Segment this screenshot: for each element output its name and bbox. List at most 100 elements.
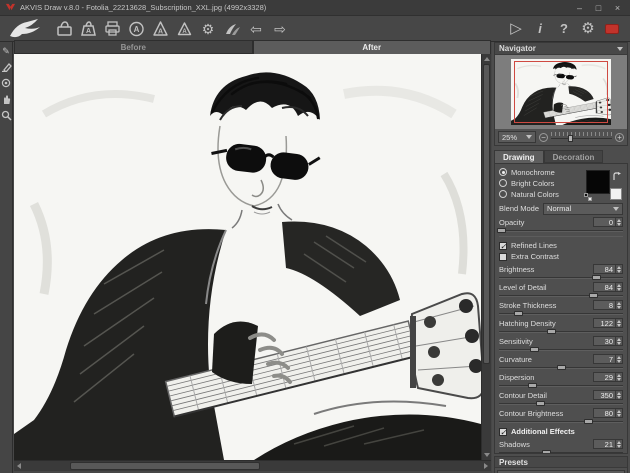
radio-button[interactable]	[499, 179, 507, 187]
zoom-out-button[interactable]: −	[539, 133, 548, 142]
checkbox[interactable]	[499, 253, 507, 261]
option-refined-lines[interactable]: Refined Lines	[499, 240, 623, 251]
param-slider[interactable]	[499, 311, 623, 316]
slider-thumb[interactable]	[497, 228, 506, 233]
batch-processing-icon[interactable]: ⚙	[196, 18, 220, 40]
option-extra-contrast[interactable]: Extra Contrast	[499, 251, 623, 262]
checkbox[interactable]	[499, 242, 507, 250]
zoom-tool-icon[interactable]	[0, 109, 12, 121]
slider-thumb[interactable]	[536, 401, 545, 406]
swap-colors-icon[interactable]	[613, 168, 622, 177]
spinner[interactable]	[615, 409, 622, 417]
param-slider[interactable]	[499, 275, 623, 280]
navigator-view-frame[interactable]	[514, 61, 608, 123]
param-value-input[interactable]: 21	[593, 439, 623, 449]
opacity-slider[interactable]	[499, 228, 623, 233]
param-value-input[interactable]: 8	[593, 300, 623, 310]
save-image-icon[interactable]: A	[76, 18, 100, 40]
redo-icon[interactable]: ⇨	[268, 18, 292, 40]
zoom-in-button[interactable]: +	[615, 133, 624, 142]
spinner[interactable]	[615, 440, 622, 448]
horizontal-scrollbar[interactable]	[14, 460, 491, 471]
slider-thumb[interactable]	[589, 293, 598, 298]
checkbox[interactable]	[499, 428, 507, 436]
param-value-input[interactable]: 30	[593, 336, 623, 346]
share-icon[interactable]: A	[148, 18, 172, 40]
tab-after[interactable]: After	[253, 40, 492, 54]
navigator-thumbnail[interactable]	[495, 55, 627, 129]
option-additional-effects[interactable]: Additional Effects	[499, 426, 623, 437]
param-slider[interactable]	[499, 419, 623, 424]
run-icon[interactable]: ▷	[504, 18, 528, 40]
blend-mode-dropdown[interactable]: Normal	[543, 203, 623, 215]
param-slider[interactable]	[499, 365, 623, 370]
scroll-right-arrow[interactable]	[484, 463, 488, 469]
spinner[interactable]	[615, 319, 622, 327]
hand-tool-icon[interactable]	[0, 93, 12, 105]
scroll-up-arrow[interactable]	[484, 57, 490, 61]
foreground-color-swatch[interactable]	[586, 170, 610, 194]
quick-preview-tool-icon[interactable]	[0, 77, 12, 89]
spinner[interactable]	[615, 301, 622, 309]
slider-thumb[interactable]	[530, 347, 539, 352]
param-value-input[interactable]: 80	[593, 408, 623, 418]
param-value-input[interactable]: 7	[593, 354, 623, 364]
background-color-swatch[interactable]	[610, 188, 622, 200]
publish-icon[interactable]: A	[172, 18, 196, 40]
param-value-input[interactable]: 122	[593, 318, 623, 328]
spinner[interactable]	[615, 355, 622, 363]
radio-button[interactable]	[499, 168, 507, 176]
param-slider[interactable]	[499, 383, 623, 388]
slider-thumb[interactable]	[542, 450, 551, 454]
undo-icon[interactable]: ⇦	[244, 18, 268, 40]
presets-header[interactable]: Presets	[495, 457, 627, 468]
import-icon[interactable]: A	[124, 18, 148, 40]
open-image-icon[interactable]	[52, 18, 76, 40]
zoom-slider-thumb[interactable]	[568, 135, 573, 142]
minimize-button[interactable]: –	[572, 2, 587, 14]
param-value-input[interactable]: 350	[593, 390, 623, 400]
param-value-input[interactable]: 84	[593, 282, 623, 292]
radio-button[interactable]	[499, 190, 507, 198]
scroll-down-arrow[interactable]	[484, 453, 490, 457]
horizontal-scroll-thumb[interactable]	[70, 462, 260, 470]
spinner[interactable]	[615, 337, 622, 345]
tab-decoration[interactable]: Decoration	[544, 150, 604, 163]
image-canvas[interactable]	[14, 54, 481, 460]
close-button[interactable]: ×	[610, 2, 625, 14]
spinner[interactable]	[615, 373, 622, 381]
buy-icon[interactable]	[600, 18, 624, 40]
effects-brushes-icon[interactable]	[220, 18, 244, 40]
slider-thumb[interactable]	[557, 365, 566, 370]
param-slider[interactable]	[499, 450, 623, 454]
tab-drawing[interactable]: Drawing	[494, 150, 544, 163]
param-slider[interactable]	[499, 329, 623, 334]
about-icon[interactable]: i	[528, 18, 552, 40]
eraser-tool-icon[interactable]	[0, 61, 12, 73]
maximize-button[interactable]: □	[591, 2, 606, 14]
slider-thumb[interactable]	[584, 419, 593, 424]
zoom-slider[interactable]	[551, 132, 612, 142]
pencil-tool-icon[interactable]: ✎	[0, 45, 12, 57]
slider-thumb[interactable]	[592, 275, 601, 280]
param-value-input[interactable]: 29	[593, 372, 623, 382]
spinner[interactable]	[615, 391, 622, 399]
scroll-left-arrow[interactable]	[17, 463, 21, 469]
navigator-header[interactable]: Navigator	[495, 43, 627, 55]
preferences-icon[interactable]: ⚙	[576, 18, 600, 40]
vertical-scroll-thumb[interactable]	[483, 64, 490, 364]
slider-thumb[interactable]	[514, 311, 523, 316]
slider-thumb[interactable]	[528, 383, 537, 388]
param-slider[interactable]	[499, 293, 623, 298]
spinner[interactable]	[615, 218, 622, 226]
slider-thumb[interactable]	[547, 329, 556, 334]
spinner[interactable]	[615, 283, 622, 291]
print-icon[interactable]	[100, 18, 124, 40]
opacity-value-input[interactable]: 0	[593, 217, 623, 227]
param-slider[interactable]	[499, 401, 623, 406]
vertical-scrollbar[interactable]	[481, 54, 491, 460]
default-colors-icon[interactable]	[584, 193, 592, 201]
tab-before[interactable]: Before	[14, 40, 253, 54]
help-icon[interactable]: ?	[552, 18, 576, 40]
param-slider[interactable]	[499, 347, 623, 352]
